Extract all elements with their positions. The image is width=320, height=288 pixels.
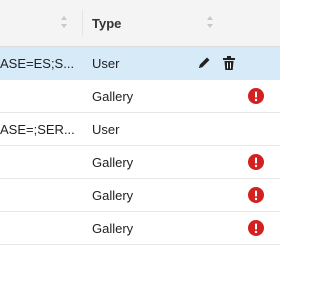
pencil-icon[interactable] <box>196 55 212 71</box>
table-row[interactable]: Gallery <box>0 80 280 113</box>
table-row[interactable]: Gallery <box>0 146 280 179</box>
name-cell <box>0 212 80 244</box>
column-header-type-label: Type <box>92 15 122 31</box>
name-cell: ASE=ES;S... <box>0 55 75 71</box>
error-icon[interactable] <box>248 220 264 236</box>
connections-grid: Type ASE=ES;S... User Gallery ASE=;SER..… <box>0 0 280 245</box>
sort-icon[interactable] <box>206 15 214 29</box>
error-icon[interactable] <box>248 88 264 104</box>
error-icon[interactable] <box>248 154 264 170</box>
column-divider[interactable] <box>82 10 83 36</box>
table-row[interactable]: ASE=ES;S... User <box>0 47 280 80</box>
name-cell <box>0 80 80 112</box>
name-cell <box>0 179 80 211</box>
type-cell: User <box>92 55 120 71</box>
type-cell: User <box>92 121 120 137</box>
name-cell: ASE=;SER... <box>0 121 75 137</box>
scrollbar-area[interactable] <box>280 0 306 288</box>
type-cell: Gallery <box>92 88 134 104</box>
grid-header: Type <box>0 0 280 47</box>
name-cell <box>0 146 80 178</box>
table-row[interactable]: Gallery <box>0 212 280 245</box>
sort-icon[interactable] <box>60 15 68 29</box>
trash-icon[interactable] <box>221 55 237 71</box>
error-icon[interactable] <box>248 187 264 203</box>
table-row[interactable]: Gallery <box>0 179 280 212</box>
type-cell: Gallery <box>92 187 134 203</box>
column-header-type[interactable]: Type <box>92 0 121 46</box>
type-cell: Gallery <box>92 220 134 236</box>
table-row[interactable]: ASE=;SER... User <box>0 113 280 146</box>
type-cell: Gallery <box>92 154 134 170</box>
